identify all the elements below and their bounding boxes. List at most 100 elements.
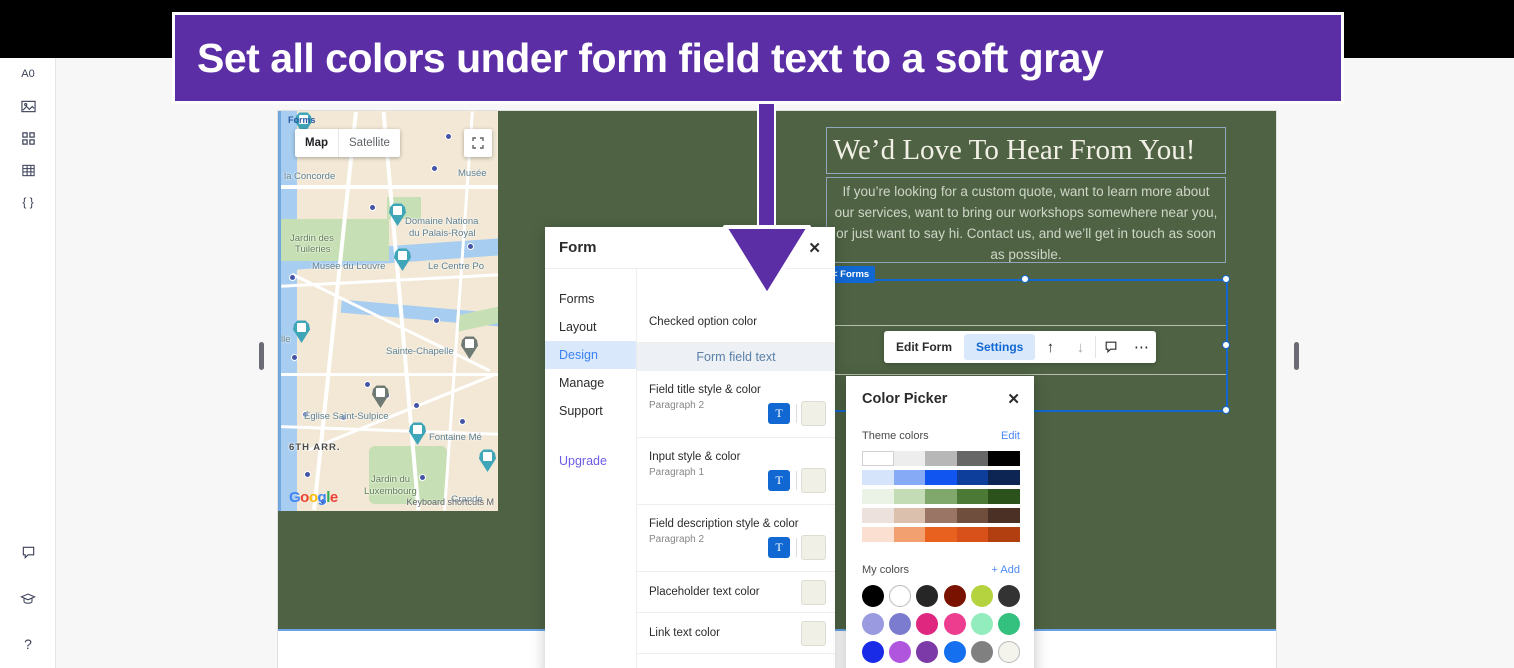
more-options-icon[interactable]: ⋯ — [1126, 331, 1156, 363]
theme-color-swatch[interactable] — [893, 489, 926, 504]
selection-handle-bottom-right[interactable] — [1222, 406, 1230, 414]
move-down-icon[interactable]: ↓ — [1065, 331, 1095, 363]
theme-color-swatch[interactable] — [956, 451, 989, 466]
selection-handle-top[interactable] — [1021, 275, 1029, 283]
theme-color-swatch[interactable] — [925, 527, 957, 542]
sidebar-item-layout[interactable]: Layout — [545, 313, 636, 341]
my-color-swatch[interactable] — [943, 585, 966, 607]
theme-color-swatch[interactable] — [925, 508, 957, 523]
theme-color-swatch[interactable] — [862, 527, 894, 542]
comment-icon[interactable] — [1096, 331, 1126, 363]
my-color-swatch[interactable] — [970, 641, 993, 663]
help-icon[interactable]: ? — [0, 628, 56, 660]
fullscreen-icon[interactable] — [464, 129, 492, 157]
theme-color-swatch[interactable] — [893, 470, 926, 485]
map-type-map[interactable]: Map — [295, 129, 338, 157]
text-icon[interactable]: A0 — [0, 58, 56, 90]
text-style-button[interactable]: T — [768, 470, 790, 491]
selection-handle-right[interactable] — [1222, 341, 1230, 349]
setting-row[interactable]: Link text color — [637, 613, 835, 654]
my-color-swatch[interactable] — [916, 585, 939, 607]
theme-color-swatch[interactable] — [893, 508, 926, 523]
my-color-swatch[interactable] — [862, 641, 884, 663]
image-icon[interactable] — [0, 90, 56, 122]
stage-resize-handle-right[interactable] — [1294, 342, 1299, 370]
my-color-swatch[interactable] — [862, 613, 884, 635]
map-poi-dot[interactable] — [445, 133, 452, 140]
color-swatch-button[interactable] — [801, 580, 826, 605]
my-color-swatch[interactable] — [889, 641, 912, 663]
setting-row[interactable]: Field description style & color Paragraph… — [637, 505, 835, 572]
color-swatch-button[interactable] — [801, 621, 826, 646]
upgrade-link[interactable]: Upgrade — [545, 447, 636, 475]
theme-color-swatch[interactable] — [988, 470, 1020, 485]
paragraph-block[interactable]: If you’re looking for a custom quote, wa… — [826, 177, 1226, 263]
theme-color-swatch[interactable] — [893, 451, 926, 466]
map-poi-dot[interactable] — [431, 165, 438, 172]
map-type-satellite[interactable]: Satellite — [338, 129, 400, 157]
color-swatch-button[interactable] — [801, 535, 826, 560]
text-style-button[interactable]: T — [768, 403, 790, 424]
theme-color-swatch[interactable] — [862, 489, 894, 504]
my-color-swatch[interactable] — [916, 641, 939, 663]
theme-color-swatch[interactable] — [862, 451, 894, 466]
my-color-swatch[interactable] — [943, 641, 966, 663]
stage-resize-handle-left[interactable] — [259, 342, 264, 370]
sidebar-item-forms[interactable]: Forms — [545, 285, 636, 313]
map-type-toggle[interactable]: Map Satellite — [295, 129, 400, 157]
add-color-link[interactable]: + Add — [992, 564, 1020, 576]
setting-row[interactable]: Checked option color — [637, 302, 835, 343]
settings-button[interactable]: Settings — [964, 334, 1036, 360]
text-style-button[interactable]: T — [768, 537, 790, 558]
theme-color-swatch[interactable] — [956, 470, 989, 485]
my-color-swatch[interactable] — [997, 613, 1020, 635]
sidebar-item-design[interactable]: Design — [545, 341, 636, 369]
map-poi-dot[interactable] — [364, 381, 371, 388]
map-poi-dot[interactable] — [419, 474, 426, 481]
table-icon[interactable] — [0, 154, 56, 186]
sidebar-item-support[interactable]: Support — [545, 397, 636, 425]
my-color-swatch[interactable] — [916, 613, 939, 635]
theme-colors-edit-link[interactable]: Edit — [1001, 430, 1020, 442]
my-color-swatch[interactable] — [970, 585, 993, 607]
setting-row[interactable]: Input style & color Paragraph 1T — [637, 438, 835, 505]
theme-color-swatch[interactable] — [925, 489, 957, 504]
setting-row[interactable]: Placeholder text color — [637, 572, 835, 613]
map-poi-dot[interactable] — [413, 402, 420, 409]
my-color-swatch[interactable] — [889, 585, 912, 607]
setting-row[interactable]: Field title style & color Paragraph 2T — [637, 371, 835, 438]
theme-color-swatch[interactable] — [988, 508, 1020, 523]
theme-color-swatch[interactable] — [925, 451, 957, 466]
chat-icon[interactable] — [0, 536, 56, 568]
reset-to-original-design-link[interactable]: Reset to original design — [637, 654, 835, 668]
theme-color-swatch[interactable] — [925, 470, 957, 485]
graduation-cap-icon[interactable] — [0, 582, 56, 614]
heading-block[interactable]: We’d Love To Hear From You! — [826, 127, 1226, 174]
element-toolbar[interactable]: Edit Form Settings ↑ ↓ ⋯ — [884, 331, 1157, 363]
theme-color-swatch[interactable] — [956, 508, 989, 523]
edit-form-button[interactable]: Edit Form — [884, 331, 964, 363]
theme-color-swatch[interactable] — [956, 527, 989, 542]
my-color-swatch[interactable] — [889, 613, 912, 635]
map-poi-dot[interactable] — [467, 243, 474, 250]
map-poi-dot[interactable] — [433, 317, 440, 324]
my-color-swatch[interactable] — [943, 613, 966, 635]
close-icon[interactable]: ✕ — [1007, 390, 1020, 408]
map-poi-dot[interactable] — [369, 204, 376, 211]
theme-color-swatch[interactable] — [862, 470, 894, 485]
my-color-swatch[interactable] — [997, 585, 1020, 607]
selection-handle-top-right[interactable] — [1222, 275, 1230, 283]
google-map-widget[interactable]: la Concorde Musée Domaine Nationa du Palais… — [278, 111, 498, 511]
theme-color-swatch[interactable] — [988, 451, 1020, 466]
color-swatch-button[interactable] — [801, 401, 826, 426]
theme-color-swatch[interactable] — [988, 527, 1020, 542]
map-poi-dot[interactable] — [291, 354, 298, 361]
theme-color-swatch[interactable] — [893, 527, 926, 542]
theme-color-swatch[interactable] — [862, 508, 894, 523]
map-poi-dot[interactable] — [459, 418, 466, 425]
theme-color-swatch[interactable] — [988, 489, 1020, 504]
color-swatch-button[interactable] — [801, 468, 826, 493]
code-icon[interactable]: { } — [0, 186, 56, 218]
apps-grid-icon[interactable] — [0, 122, 56, 154]
my-color-swatch[interactable] — [970, 613, 993, 635]
